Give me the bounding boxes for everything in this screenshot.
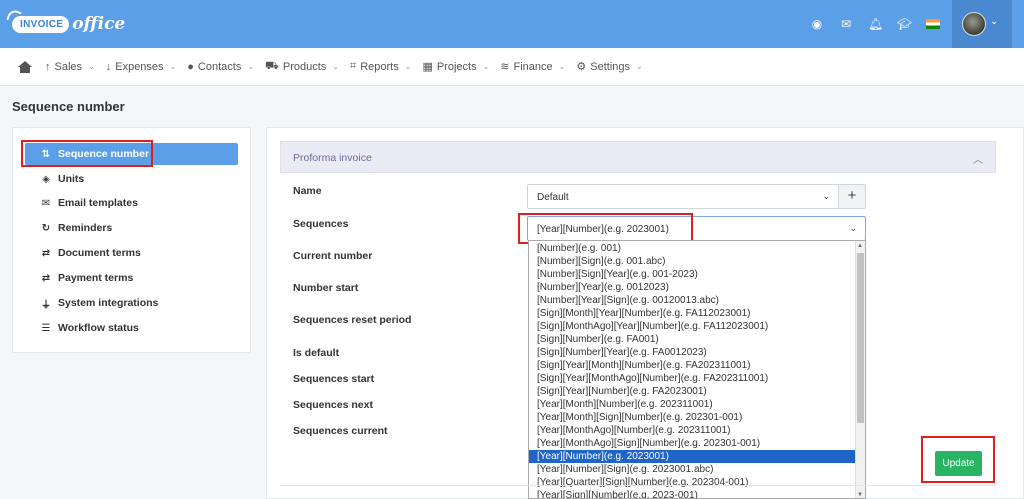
chevron-down-icon: ⌄ [849, 223, 857, 233]
sidebar-item-email-templates[interactable]: ✉ Email templates [25, 192, 238, 214]
sidebar-item-system-integrations[interactable]: ⏚ System integrations [25, 292, 238, 314]
avatar[interactable] [962, 12, 986, 36]
label-sequences: Sequences [293, 218, 349, 230]
eye-icon[interactable]: ◉ [810, 17, 824, 31]
label-number-start: Number start [293, 282, 359, 294]
dropdown-option[interactable]: [Sign][Number][Year](e.g. FA0012023) [529, 346, 857, 359]
chevron-down-icon: ⌄ [482, 62, 490, 71]
label-sequences-reset-period: Sequences reset period [293, 314, 412, 326]
dropdown-option[interactable]: [Sign][Year][Number](e.g. FA2023001) [529, 385, 857, 398]
user-menu[interactable]: ⌄ [952, 0, 1012, 48]
divider [280, 485, 996, 486]
chevron-down-icon: ⌄ [635, 62, 643, 71]
refresh-icon: ↻ [41, 222, 51, 234]
label-current-number: Current number [293, 250, 373, 262]
nav-projects[interactable]: ▦ Projects ⌄ [422, 60, 490, 74]
chevron-down-icon: ⌄ [558, 62, 566, 71]
highlight-box [921, 436, 995, 483]
nav-reports[interactable]: ⌗ Reports ⌄ [350, 60, 411, 73]
chevron-down-icon: ⌄ [169, 62, 177, 71]
dropdown-option[interactable]: [Year][Month][Number](e.g. 202311001) [529, 398, 857, 411]
dropdown-option[interactable]: [Year][MonthAgo][Sign][Number](e.g. 2023… [529, 437, 857, 450]
home-icon[interactable] [18, 60, 32, 73]
scroll-down-icon[interactable]: ▼ [857, 492, 863, 498]
logo-badge: INVOICE [12, 15, 70, 33]
dropdown-option[interactable]: [Number][Sign][Year](e.g. 001-2023) [529, 268, 857, 281]
dropdown-option[interactable]: [Year][Quarter][Sign][Number](e.g. 20230… [529, 476, 857, 489]
dropdown-option[interactable]: [Sign][Month][Year][Number](e.g. FA11202… [529, 307, 857, 320]
top-bar: INVOICE office ◉ ✉ 🔔︎ 🎓︎ ⌄ [0, 0, 1024, 48]
dropdown-option-selected[interactable]: [Year][Number](e.g. 2023001) [529, 450, 857, 463]
chart-icon: ⌗ [350, 60, 357, 72]
invoice-office-logo[interactable]: INVOICE office [12, 13, 125, 35]
dropdown-option[interactable]: [Number](e.g. 001) [529, 242, 857, 255]
dropdown-option[interactable]: [Year][MonthAgo][Number](e.g. 202311001) [529, 424, 857, 437]
nav-finance[interactable]: ≋ Finance ⌄ [500, 60, 566, 74]
sequences-dropdown-list[interactable]: [Number](e.g. 001) [Number][Sign](e.g. 0… [528, 240, 866, 499]
dropdown-option[interactable]: [Sign][Year][Month][Number](e.g. FA20231… [529, 359, 857, 372]
chevron-down-icon[interactable]: ⌄ [990, 16, 998, 27]
add-name-button[interactable]: + [838, 184, 866, 209]
label-is-default: Is default [293, 347, 340, 359]
list-icon: ☰ [41, 322, 51, 334]
exchange-icon: ⇄ [41, 272, 51, 284]
scroll-up-icon[interactable]: ▲ [857, 243, 863, 249]
chevron-down-icon: ⌄ [332, 62, 339, 71]
sidebar-item-workflow-status[interactable]: ☰ Workflow status [25, 317, 238, 339]
cube-icon: ◈ [42, 173, 50, 185]
nav-expenses[interactable]: ↓ Expenses ⌄ [106, 61, 177, 73]
calendar-icon: ▦ [422, 61, 433, 73]
chevron-down-icon: ⌄ [822, 191, 830, 201]
chevron-down-icon: ⌄ [88, 62, 95, 71]
bell-icon[interactable]: 🔔︎ [868, 17, 883, 31]
nav-sales[interactable]: ↑ Sales ⌄ [45, 61, 95, 73]
label-sequences-start: Sequences start [293, 373, 375, 385]
exchange-icon: ⇄ [41, 247, 51, 259]
cart-icon: ⛟ [265, 59, 279, 72]
india-flag-icon[interactable] [926, 19, 940, 29]
name-select[interactable]: Default ⌄ [527, 184, 839, 209]
arrow-down-icon: ↓ [105, 60, 112, 73]
label-name: Name [293, 185, 322, 197]
dropdown-option[interactable]: [Year][Sign][Number](e.g. 2023-001) [529, 489, 857, 498]
page-title: Sequence number [12, 99, 125, 114]
highlight-box [21, 140, 153, 167]
sidebar-item-units[interactable]: ◈ Units [25, 168, 238, 190]
sidebar-item-reminders[interactable]: ↻ Reminders [25, 217, 238, 239]
sidebar-item-document-terms[interactable]: ⇄ Document terms [25, 242, 238, 264]
dropdown-option[interactable]: [Sign][Number](e.g. FA001) [529, 333, 857, 346]
label-sequences-current: Sequences current [293, 425, 388, 437]
plug-icon: ⏚ [41, 299, 51, 311]
dropdown-option[interactable]: [Sign][MonthAgo][Year][Number](e.g. FA11… [529, 320, 857, 333]
logo-script: office [72, 14, 126, 34]
nav-contacts[interactable]: ● Contacts ⌄ [187, 61, 254, 73]
nav-settings[interactable]: ⚙ Settings ⌄ [576, 60, 643, 74]
nav-products[interactable]: ⛟ Products ⌄ [265, 60, 339, 74]
dropdown-option[interactable]: [Year][Number][Sign](e.g. 2023001.abc) [529, 463, 857, 476]
dropdown-option[interactable]: [Number][Year](e.g. 0012023) [529, 281, 857, 294]
coins-icon: ≋ [500, 61, 510, 73]
user-icon: ● [187, 60, 194, 73]
dropdown-option[interactable]: [Number][Sign](e.g. 001.abc) [529, 255, 857, 268]
gear-icon: ⚙ [576, 61, 587, 73]
chevron-down-icon: ⌄ [404, 62, 412, 71]
section-title: Proforma invoice [293, 152, 372, 164]
sidebar-item-payment-terms[interactable]: ⇄ Payment terms [25, 267, 238, 289]
main-nav: ↑ Sales ⌄ ↓ Expenses ⌄ ● Contacts ⌄ ⛟ Products ⌄… [0, 48, 1024, 86]
dropdown-option[interactable]: [Number][Year][Sign](e.g. 00120013.abc) [529, 294, 857, 307]
envelope-icon: ✉ [41, 197, 51, 209]
dropdown-option[interactable]: [Sign][Year][MonthAgo][Number](e.g. FA20… [529, 372, 857, 385]
envelope-icon[interactable]: ✉ [839, 17, 853, 31]
dropdown-scrollbar[interactable]: ▲ ▼ [855, 241, 865, 498]
chevron-down-icon: ⌄ [247, 62, 255, 71]
arrow-up-icon: ↑ [45, 60, 51, 73]
dropdown-option[interactable]: [Year][Month][Sign][Number](e.g. 202301-… [529, 411, 857, 424]
scrollbar-thumb[interactable] [857, 253, 864, 423]
chevron-up-icon[interactable]: ︿ [973, 151, 983, 166]
section-header[interactable]: Proforma invoice ︿ [280, 141, 996, 173]
graduation-cap-icon[interactable]: 🎓︎ [897, 17, 912, 31]
label-sequences-next: Sequences next [293, 399, 373, 411]
